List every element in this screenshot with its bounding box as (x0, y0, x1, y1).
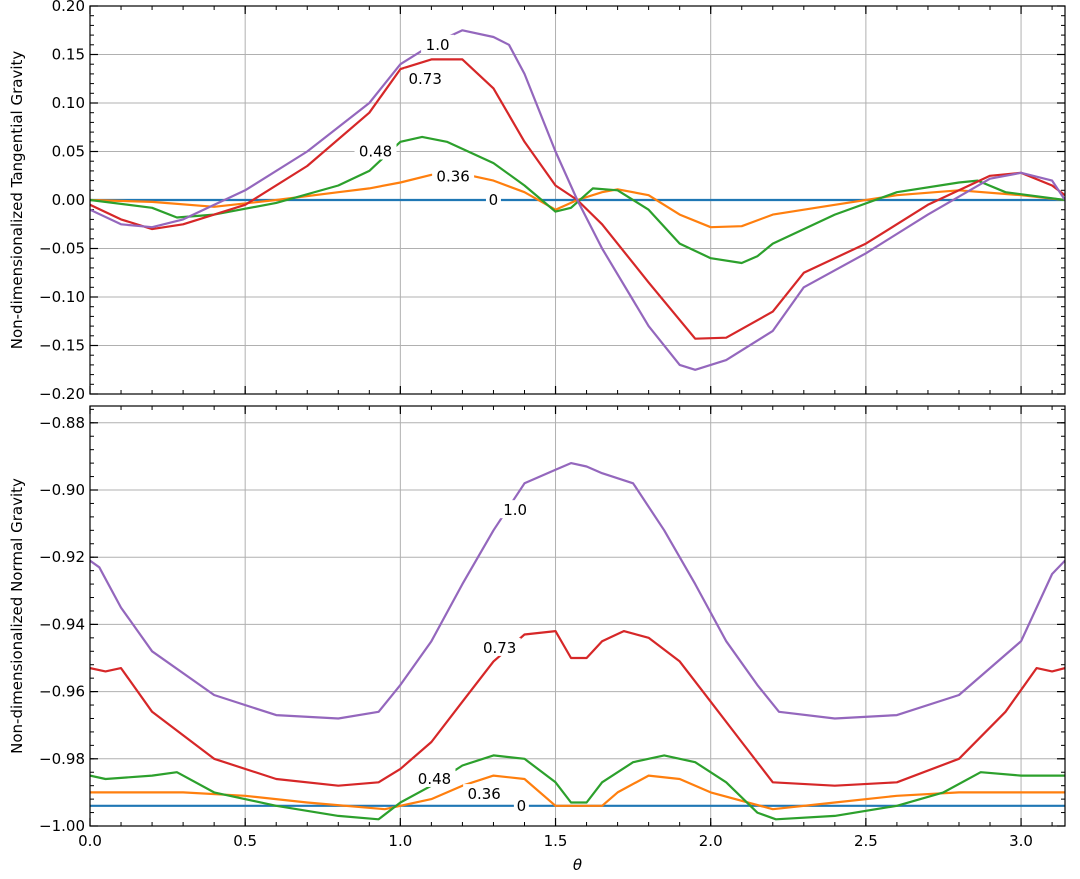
y-tick-label: 0.05 (52, 143, 85, 161)
y-axis-label: Non-dimensionalized Tangential Gravity (8, 51, 26, 350)
x-axis-label: θ (573, 856, 582, 874)
x-tick-label: 0.5 (233, 832, 257, 850)
y-tick-label: 0.00 (52, 191, 85, 209)
x-tick-label: 1.0 (388, 832, 412, 850)
x-tick-label: 3.0 (1009, 832, 1033, 850)
curve-label: 1.0 (426, 36, 450, 54)
series-line-1.0 (90, 462, 1065, 720)
y-tick-label: −0.10 (39, 288, 85, 306)
x-tick-label: 2.0 (699, 832, 723, 850)
series-line-0.36 (90, 774, 1065, 811)
plot-frame (89, 405, 1066, 827)
y-tick-label: −0.92 (39, 548, 85, 566)
chart-panel-1: −0.20 −0.15 −0.10 −0.05 0.00 0.05 0.10 0.15 0.20… (8, 0, 1066, 403)
curve-label: 0 (489, 191, 499, 209)
y-tick-label: −0.05 (39, 240, 85, 258)
y-tick-label: 0.10 (52, 94, 85, 112)
curve-label: 0.48 (418, 770, 451, 788)
figure: −0.20 −0.15 −0.10 −0.05 0.00 0.05 0.10 0.15 0.20… (8, 0, 1066, 874)
chart-panel-2: 0.0 0.5 1.0 1.5 2.0 2.5 3.0−1.00−0.98−0.96−0.9… (8, 405, 1066, 874)
y-tick-label: −0.15 (39, 337, 85, 355)
curve-label: 1.0 (503, 501, 527, 519)
y-tick-label: −0.88 (39, 414, 85, 432)
curve-label: 0.73 (408, 70, 441, 88)
y-tick-label: −0.20 (39, 385, 85, 403)
curve-label: 0.36 (467, 785, 500, 803)
curve-label: 0.36 (436, 168, 469, 186)
y-tick-label: −0.98 (39, 750, 85, 768)
x-tick-label: 2.5 (854, 832, 878, 850)
y-tick-label: 0.20 (52, 0, 85, 15)
y-tick-label: −0.96 (39, 683, 85, 701)
x-tick-label: 1.5 (544, 832, 568, 850)
y-tick-label: 0.15 (52, 46, 85, 64)
y-axis-label: Non-dimensionalized Normal Gravity (8, 478, 26, 754)
curve-label: 0.73 (483, 639, 516, 657)
y-tick-label: −0.90 (39, 481, 85, 499)
y-tick-label: −1.00 (39, 817, 85, 835)
y-tick-label: −0.94 (39, 615, 85, 633)
curve-label: 0.48 (359, 143, 392, 161)
curve-label: 0 (517, 797, 527, 815)
